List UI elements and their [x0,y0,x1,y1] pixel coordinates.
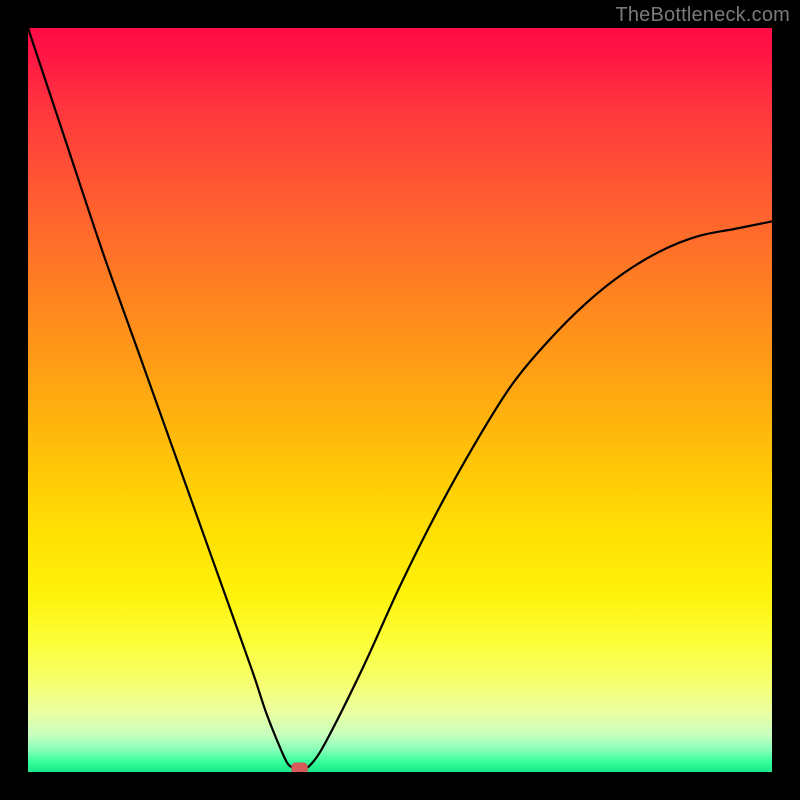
optimum-marker [292,763,308,772]
bottleneck-curve [28,28,772,769]
chart-frame: TheBottleneck.com [0,0,800,800]
watermark-text: TheBottleneck.com [615,4,790,27]
curve-layer [28,28,772,772]
plot-area [28,28,772,772]
